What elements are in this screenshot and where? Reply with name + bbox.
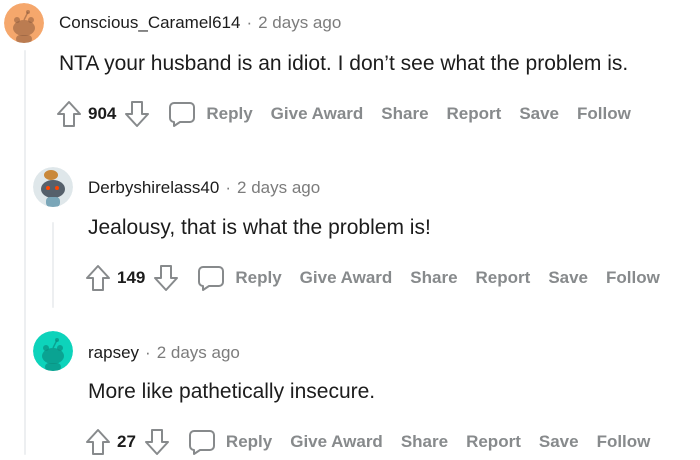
vote-count: 904: [88, 104, 117, 123]
comment-actions: 904 Reply Give Award Share Report Save F…: [56, 99, 631, 129]
avatar[interactable]: [4, 3, 44, 43]
report-button[interactable]: Report: [447, 104, 502, 124]
report-button[interactable]: Report: [476, 268, 531, 288]
downvote-icon[interactable]: [144, 428, 170, 456]
follow-button[interactable]: Follow: [577, 104, 631, 124]
save-button[interactable]: Save: [519, 104, 559, 124]
comment-meta: rapsey · 2 days ago: [88, 343, 240, 363]
comment-meta: Derbyshirelass40 · 2 days ago: [88, 178, 320, 198]
avatar[interactable]: [33, 331, 73, 371]
snoo-avatar-icon: [4, 3, 44, 43]
give-award-button[interactable]: Give Award: [290, 432, 383, 452]
comment-icon[interactable]: [197, 264, 225, 292]
comment-body: NTA your husband is an idiot. I don’t se…: [59, 52, 629, 75]
downvote-icon[interactable]: [124, 100, 150, 128]
comment-icon[interactable]: [188, 428, 216, 456]
give-award-button[interactable]: Give Award: [300, 268, 393, 288]
thread-line-reply[interactable]: [52, 222, 54, 308]
upvote-icon[interactable]: [56, 100, 82, 128]
vote-count: 149: [117, 268, 146, 287]
downvote-icon[interactable]: [153, 264, 179, 292]
upvote-icon[interactable]: [85, 264, 111, 292]
reply-button[interactable]: Reply: [226, 432, 272, 452]
timestamp[interactable]: 2 days ago: [258, 13, 341, 32]
vote-count: 27: [117, 432, 136, 451]
give-award-button[interactable]: Give Award: [271, 104, 364, 124]
timestamp[interactable]: 2 days ago: [237, 178, 320, 197]
timestamp[interactable]: 2 days ago: [157, 343, 240, 362]
snoo-avatar-icon: [33, 331, 73, 371]
comment-actions: 149 Reply Give Award Share Report Save F…: [85, 263, 660, 293]
comment-body: More like pathetically insecure.: [88, 380, 376, 403]
avatar[interactable]: [33, 167, 73, 207]
meta-separator: ·: [246, 13, 253, 32]
thread-line-root[interactable]: [24, 50, 26, 455]
follow-button[interactable]: Follow: [597, 432, 651, 452]
reply-button[interactable]: Reply: [206, 104, 252, 124]
comment-actions: 27 Reply Give Award Share Report Save Fo…: [85, 427, 650, 457]
save-button[interactable]: Save: [539, 432, 579, 452]
share-button[interactable]: Share: [410, 268, 457, 288]
upvote-icon[interactable]: [85, 428, 111, 456]
share-button[interactable]: Share: [401, 432, 448, 452]
follow-button[interactable]: Follow: [606, 268, 660, 288]
comment-body: Jealousy, that is what the problem is!: [88, 216, 431, 239]
reply-button[interactable]: Reply: [235, 268, 281, 288]
author-link[interactable]: Derbyshirelass40: [88, 178, 219, 197]
share-button[interactable]: Share: [381, 104, 428, 124]
author-link[interactable]: rapsey: [88, 343, 139, 362]
save-button[interactable]: Save: [548, 268, 588, 288]
report-button[interactable]: Report: [466, 432, 521, 452]
meta-separator: ·: [145, 343, 151, 362]
snoo-avatar-icon: [33, 167, 73, 207]
meta-separator: ·: [225, 178, 232, 197]
comment-meta: Conscious_Caramel614 · 2 days ago: [59, 13, 341, 33]
author-link[interactable]: Conscious_Caramel614: [59, 13, 240, 32]
comment-icon[interactable]: [168, 100, 196, 128]
